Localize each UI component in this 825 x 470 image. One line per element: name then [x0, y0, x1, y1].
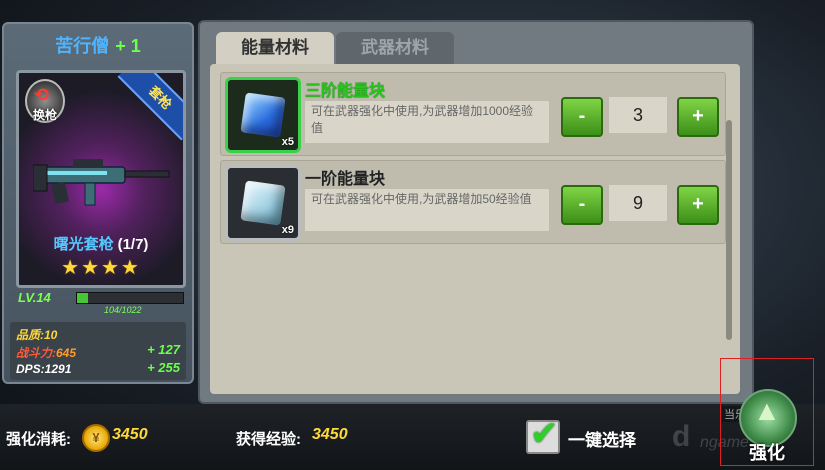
owned-quantity: x5 [281, 136, 294, 148]
material-list: x5 三阶能量块 可在武器强化中使用,为武器增加1000经验值 - 3 + x9… [210, 64, 740, 394]
dps-value: 1291 [44, 362, 72, 376]
quantity-value: 3 [609, 97, 667, 133]
weapon-card[interactable]: ⟲ 换枪 套枪 曙光套枪 (1/7) ★★★★ [16, 70, 186, 288]
item-title: 三阶能量块 [305, 83, 386, 100]
xp-progress-bar [76, 292, 184, 304]
hero-level-bonus: + 1 [115, 36, 141, 56]
cost-label: 强化消耗: [6, 431, 71, 448]
list-item: x9 一阶能量块 可在武器强化中使用,为武器增加50经验值 - 9 + [220, 160, 726, 244]
weapon-type-ribbon: 套枪 [117, 73, 183, 141]
weapon-name: 曙光套枪 [53, 236, 114, 253]
xp-text: 104/1022 [104, 305, 142, 315]
decrease-button[interactable]: - [561, 185, 603, 225]
quality-label: 品质: [16, 328, 44, 342]
select-all-label[interactable]: 一键选择 [568, 426, 636, 451]
hero-name: 苦行僧 [55, 36, 110, 56]
power-label: 战斗力: [16, 346, 56, 360]
item-description: 可在武器强化中使用,为武器增加50经验值 [305, 189, 549, 231]
owned-quantity: x9 [281, 224, 294, 236]
rifle-icon [33, 159, 170, 206]
materials-panel: 能量材料 武器材料 x5 三阶能量块 可在武器强化中使用,为武器增加1000经验… [198, 20, 754, 404]
weapon-name-line: 曙光套枪 (1/7) [19, 233, 183, 254]
select-all-checkbox[interactable]: ✔ [526, 415, 560, 454]
exp-label: 获得经验: [236, 431, 301, 448]
list-item: x5 三阶能量块 可在武器强化中使用,为武器增加1000经验值 - 3 + [220, 72, 726, 156]
material-slot[interactable]: x5 [225, 77, 301, 153]
quantity-value: 9 [609, 185, 667, 221]
increase-button[interactable]: + [677, 97, 719, 137]
quality-stat: 品质:10 [16, 326, 57, 343]
up-arrow-icon: ▲ [753, 395, 781, 426]
swap-arrow-icon: ⟲ [34, 85, 50, 105]
increase-button[interactable]: + [677, 185, 719, 225]
swap-weapon-button[interactable]: ⟲ 换枪 [25, 79, 65, 123]
power-stat: 战斗力:645 [16, 344, 76, 361]
footer-bar: 强化消耗: ¥ 3450 获得经验: 3450 ✔ 一键选择 d ngame [0, 404, 825, 470]
stats-box: 品质:10 战斗力:645 + 127 DPS:1291 + 255 [10, 322, 186, 380]
tab-energy-materials[interactable]: 能量材料 [216, 32, 334, 64]
power-bonus: + 127 [147, 342, 180, 357]
swap-label: 换枪 [32, 108, 57, 122]
weapon-level: LV.14 [18, 290, 51, 305]
xp-progress-fill [77, 293, 88, 303]
dps-stat: DPS:1291 [16, 362, 71, 376]
quality-value: 10 [44, 328, 58, 342]
material-slot[interactable]: x9 [225, 165, 301, 241]
hero-title: 苦行僧 + 1 [4, 32, 192, 58]
star-rating: ★★★★ [61, 257, 141, 279]
item-description: 可在武器强化中使用,为武器增加1000经验值 [305, 101, 549, 143]
dps-bonus: + 255 [147, 360, 180, 375]
watermark-logo: d [672, 420, 691, 453]
cost-value: 3450 [112, 426, 148, 443]
exp-value: 3450 [312, 426, 348, 443]
enhance-button[interactable]: ▲ 强化 [720, 358, 814, 466]
dps-label: DPS: [16, 362, 45, 376]
list-scrollbar[interactable] [726, 120, 732, 340]
tab-weapon-materials[interactable]: 武器材料 [336, 32, 454, 64]
power-value: 645 [56, 346, 77, 360]
gold-coin-icon: ¥ [82, 424, 110, 452]
energy-cube-icon [240, 92, 286, 138]
check-icon: ✔ [530, 415, 559, 453]
item-title: 一阶能量块 [305, 171, 386, 188]
weapon-panel: 苦行僧 + 1 ⟲ 换枪 套枪 曙光套枪 (1/7) ★★★★ LV.14 104/… [2, 22, 194, 384]
decrease-button[interactable]: - [561, 97, 603, 137]
energy-cube-icon [240, 180, 286, 226]
weapon-count: (1/7) [117, 236, 149, 253]
enhance-label: 强化 [749, 443, 785, 463]
